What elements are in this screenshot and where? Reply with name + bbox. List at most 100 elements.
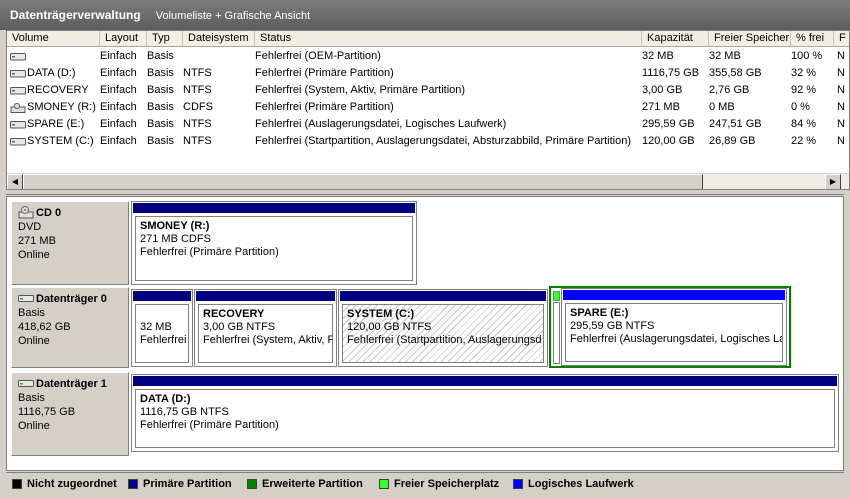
disk-size: 418,62 GB xyxy=(18,321,71,333)
cell-volume: SYSTEM (C:) xyxy=(27,135,94,147)
free-space-area xyxy=(553,302,560,364)
cell-free: 26,89 GB xyxy=(709,135,756,147)
partition-status: Fehlerfrei (Auslagerungsdatei, Logisches… xyxy=(570,333,783,345)
scrollbar-thumb[interactable] xyxy=(23,174,703,189)
volume-list: Volume Layout Typ Dateisystem Status Kap… xyxy=(6,30,850,190)
cell-volume: RECOVERY xyxy=(27,84,89,96)
cell-status: Fehlerfrei (Primäre Partition) xyxy=(255,101,394,113)
partition-name: SMONEY (R:) xyxy=(140,220,210,232)
window-title: Datenträgerverwaltung xyxy=(10,8,141,22)
cell-cap: 3,00 GB xyxy=(642,84,683,96)
disk-name: Datenträger 1 xyxy=(18,377,128,391)
column-header-f[interactable]: F xyxy=(834,31,849,47)
partition-size: 3,00 GB NTFS xyxy=(203,321,276,333)
column-header-typ[interactable]: Typ xyxy=(147,31,183,47)
partition-color-bar xyxy=(563,290,785,300)
legend-label: Primäre Partition xyxy=(143,478,232,490)
cell-pct: 0 % xyxy=(791,101,810,113)
partition-status: Fehlerfrei (System, Aktiv, P xyxy=(203,334,333,346)
partition-smoney[interactable]: SMONEY (R:) 271 MB CDFS Fehlerfrei (Prim… xyxy=(131,201,417,285)
cell-layout: Einfach xyxy=(100,50,137,62)
pane-splitter[interactable] xyxy=(6,190,844,195)
partition-name: RECOVERY xyxy=(203,308,265,320)
disk-volume-icon xyxy=(10,53,26,61)
disk-name: CD 0 xyxy=(18,206,128,220)
disk-label-cd0[interactable]: CD 0 DVD 271 MB Online xyxy=(11,201,129,285)
partition-size: 295,59 GB NTFS xyxy=(570,320,655,332)
cell-f: N xyxy=(837,101,845,113)
partition-name xyxy=(140,308,188,321)
partition-color-bar xyxy=(133,291,191,301)
partition-size: 120,00 GB NTFS xyxy=(347,321,432,333)
disk-state: Online xyxy=(18,335,50,347)
partition-spare[interactable]: SPARE (E:) 295,59 GB NTFS Fehlerfrei (Au… xyxy=(561,288,787,366)
disk-name-text: CD 0 xyxy=(36,207,62,219)
hard-disk-icon xyxy=(18,295,34,302)
disk-name-text: Datenträger 1 xyxy=(36,378,107,390)
scroll-left-icon[interactable]: ◀ xyxy=(7,174,23,189)
cell-volume: SMONEY (R:) xyxy=(27,101,96,113)
disk-name-text: Datenträger 0 xyxy=(36,293,107,305)
partition-info: SMONEY (R:) 271 MB CDFS Fehlerfrei (Prim… xyxy=(135,216,413,281)
volume-row[interactable]: RECOVERY Einfach Basis NTFS Fehlerfrei (Syst… xyxy=(7,82,849,99)
volume-list-header: Volume Layout Typ Dateisystem Status Kap… xyxy=(7,31,849,47)
cell-fs: NTFS xyxy=(183,135,212,147)
cell-cap: 32 MB xyxy=(642,50,674,62)
partition-oem[interactable]: 32 MB Fehlerfrei xyxy=(131,289,193,367)
column-header-dateisystem[interactable]: Dateisystem xyxy=(183,31,255,47)
legend-label: Logisches Laufwerk xyxy=(528,478,634,490)
volume-row[interactable]: SMONEY (R:) Einfach Basis CDFS Fehlerfrei (P… xyxy=(7,99,849,116)
disk-label-datentraeger-1[interactable]: Datenträger 1 Basis 1116,75 GB Online xyxy=(11,372,129,456)
cell-fs: NTFS xyxy=(183,67,212,79)
volume-row[interactable]: SYSTEM (C:) Einfach Basis NTFS Fehlerfrei (S… xyxy=(7,133,849,150)
partition-info: RECOVERY 3,00 GB NTFS Fehlerfrei (System… xyxy=(198,304,333,363)
partition-name: SPARE (E:) xyxy=(570,307,629,319)
volume-row[interactable]: SPARE (E:) Einfach Basis NTFS Fehlerfrei (Au… xyxy=(7,116,849,133)
partition-color-bar xyxy=(133,203,415,213)
cell-typ: Basis xyxy=(147,67,174,79)
cell-pct: 32 % xyxy=(791,67,817,79)
column-header-layout[interactable]: Layout xyxy=(100,31,147,47)
volume-row[interactable]: DATA (D:) Einfach Basis NTFS Fehlerfrei (Pri… xyxy=(7,65,849,82)
cell-fs: NTFS xyxy=(183,84,212,96)
column-header-freier-speicher[interactable]: Freier Speicher xyxy=(709,31,791,47)
disk-type: DVD xyxy=(18,221,42,233)
cell-fs: NTFS xyxy=(183,118,212,130)
horizontal-scrollbar[interactable]: ◀ ▶ xyxy=(7,173,849,189)
partition-recovery[interactable]: RECOVERY 3,00 GB NTFS Fehlerfrei (System… xyxy=(194,289,337,367)
cell-free: 247,51 GB xyxy=(709,118,762,130)
cell-cap: 295,59 GB xyxy=(642,118,695,130)
scroll-right-icon[interactable]: ▶ xyxy=(825,174,841,189)
column-header-volume[interactable]: Volume xyxy=(7,31,100,47)
cell-typ: Basis xyxy=(147,118,174,130)
cell-free: 0 MB xyxy=(709,101,735,113)
disk-state: Online xyxy=(18,249,50,261)
partition-name: DATA (D:) xyxy=(140,393,191,405)
column-header-status[interactable]: Status xyxy=(255,31,642,47)
column-header-prozent-frei[interactable]: % frei xyxy=(791,31,834,47)
partition-color-bar xyxy=(196,291,335,301)
cell-typ: Basis xyxy=(147,135,174,147)
partition-status: Fehlerfrei (Startpartition, Auslagerungs… xyxy=(347,334,542,346)
legend-swatch xyxy=(247,479,257,489)
extended-partition[interactable]: SPARE (E:) 295,59 GB NTFS Fehlerfrei (Au… xyxy=(549,286,791,368)
cell-cap: 271 MB xyxy=(642,101,680,113)
cd-drive-icon xyxy=(18,206,34,219)
cell-free: 32 MB xyxy=(709,50,741,62)
partition-data[interactable]: DATA (D:) 1116,75 GB NTFS Fehlerfrei (Pr… xyxy=(131,374,839,452)
disk-volume-icon xyxy=(10,121,26,129)
legend-item-free-space: Freier Speicherplatz xyxy=(379,477,499,491)
disk-label-datentraeger-0[interactable]: Datenträger 0 Basis 418,62 GB Online xyxy=(11,287,129,368)
volume-row[interactable]: Einfach Basis Fehlerfrei (OEM-Partition) 32… xyxy=(7,48,849,65)
view-mode: Volumeliste + Grafische Ansicht xyxy=(155,10,311,22)
cell-status: Fehlerfrei (Startpartition, Auslagerungs… xyxy=(255,135,632,147)
cell-f: N xyxy=(837,50,845,62)
partition-info: DATA (D:) 1116,75 GB NTFS Fehlerfrei (Pr… xyxy=(135,389,835,448)
partition-system[interactable]: SYSTEM (C:) 120,00 GB NTFS Fehlerfrei (S… xyxy=(338,289,548,367)
column-header-kapazitaet[interactable]: Kapazität xyxy=(642,31,709,47)
legend: Nicht zugeordnet Primäre Partition Erwei… xyxy=(6,472,844,494)
legend-swatch xyxy=(379,479,389,489)
partition-status: Fehlerfrei (Primäre Partition) xyxy=(140,246,279,258)
disk-name: Datenträger 0 xyxy=(18,292,128,306)
legend-label: Erweiterte Partition xyxy=(262,478,363,490)
